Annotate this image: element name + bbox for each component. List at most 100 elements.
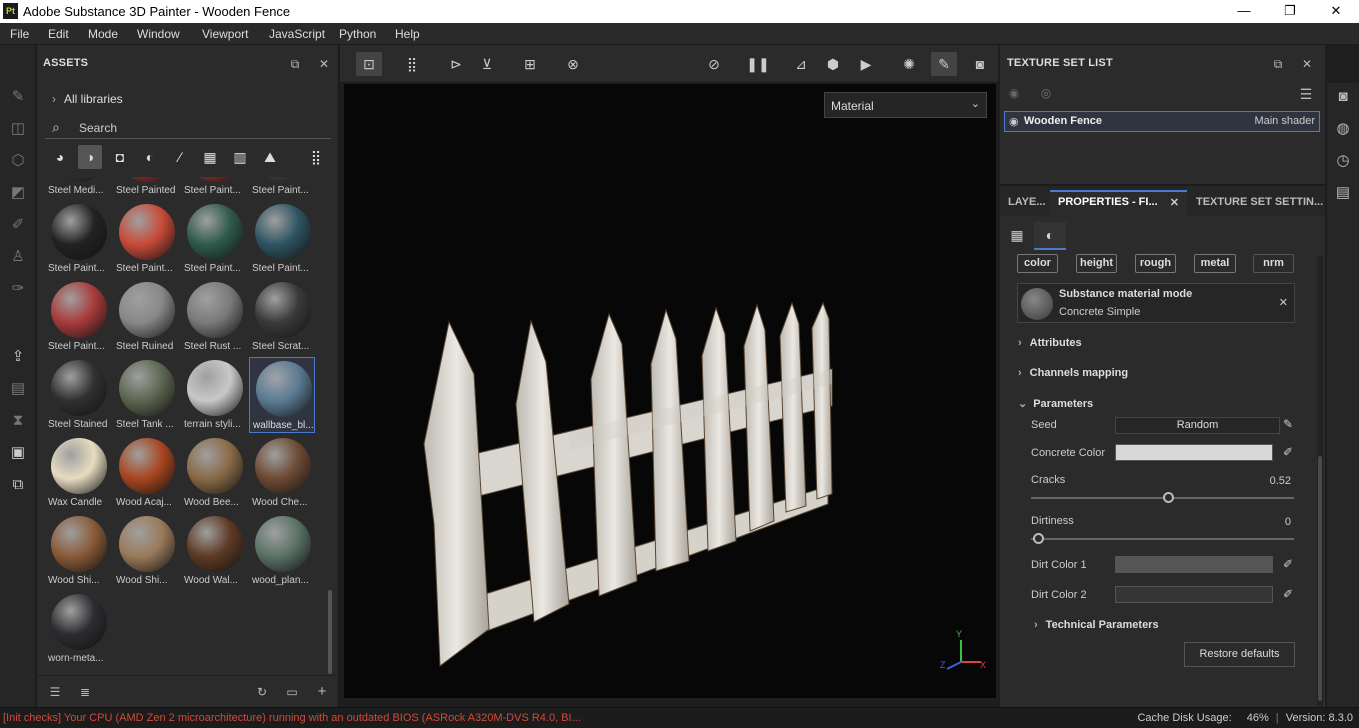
menu-icon[interactable]: ☰ bbox=[1298, 86, 1314, 102]
eyedropper-icon[interactable]: ✐ bbox=[1283, 557, 1293, 571]
export-icon[interactable]: ⇪ bbox=[8, 347, 28, 367]
cracks-value[interactable]: 0.52 bbox=[1255, 475, 1291, 487]
clear-material-icon[interactable]: ✕ bbox=[1279, 296, 1288, 309]
close-tab-icon[interactable]: ✕ bbox=[1170, 196, 1179, 209]
channel-color-chip[interactable]: color bbox=[1017, 254, 1058, 273]
smudge-icon[interactable]: ✐ bbox=[8, 215, 28, 235]
polygon-fill-icon[interactable]: ◩ bbox=[8, 183, 28, 203]
asset-tile[interactable]: Wood Bee... bbox=[181, 435, 247, 511]
undock-icon[interactable]: ⧉ bbox=[1270, 56, 1286, 72]
material-mode-box[interactable]: Substance material mode Concrete Simple … bbox=[1017, 283, 1295, 323]
asset-tile[interactable]: terrain styli... bbox=[181, 357, 247, 433]
log-icon[interactable]: ▤ bbox=[1333, 183, 1353, 203]
display-settings-icon[interactable]: ▣ bbox=[8, 443, 28, 463]
asset-tile[interactable]: Steel Paint... bbox=[181, 177, 247, 199]
concrete-color-swatch[interactable] bbox=[1115, 444, 1273, 461]
undock-icon[interactable]: ⧉ bbox=[287, 56, 303, 72]
channel-nrm-chip[interactable]: nrm bbox=[1253, 254, 1294, 273]
asset-tile[interactable]: wallbase_bl... bbox=[249, 357, 315, 433]
seed-random-button[interactable]: Random bbox=[1115, 417, 1280, 434]
dirtiness-slider[interactable] bbox=[1031, 538, 1294, 540]
asset-tile[interactable]: Steel Scrat... bbox=[249, 279, 315, 355]
dirt-color-2-swatch[interactable] bbox=[1115, 586, 1273, 603]
asset-tile[interactable]: Wood Wal... bbox=[181, 513, 247, 589]
asset-tile[interactable]: Steel Paint... bbox=[45, 279, 111, 355]
grid-view-icon[interactable]: ⣿ bbox=[304, 145, 328, 169]
texture-set-shader[interactable]: Main shader bbox=[1254, 115, 1315, 127]
channel-height-chip[interactable]: height bbox=[1076, 254, 1117, 273]
viewport-3d[interactable]: Material ⌄ Y X Z bbox=[344, 84, 996, 698]
menu-viewport[interactable]: Viewport bbox=[202, 27, 248, 41]
asset-tile[interactable]: Wood Shi... bbox=[113, 513, 179, 589]
menu-python[interactable]: Python bbox=[339, 27, 376, 41]
paint-mode-icon[interactable]: ✎ bbox=[931, 52, 957, 76]
technical-parameters-section[interactable]: › Technical Parameters bbox=[1034, 619, 1159, 631]
color-picker-icon[interactable]: ✑ bbox=[8, 279, 28, 299]
search-input[interactable]: ⌕ Search bbox=[45, 117, 331, 139]
texture-set-row[interactable]: ◉ Wooden Fence Main shader bbox=[1004, 111, 1320, 132]
dirtiness-slider-knob[interactable] bbox=[1033, 533, 1044, 544]
viewport-single-icon[interactable]: ⊡ bbox=[356, 52, 382, 76]
filter-generators-icon[interactable]: ◐ bbox=[138, 145, 162, 169]
restore-defaults-button[interactable]: Restore defaults bbox=[1184, 642, 1295, 667]
attributes-section[interactable]: › Attributes bbox=[1018, 337, 1082, 349]
properties-scrollbar[interactable] bbox=[1318, 456, 1322, 701]
camera-icon[interactable]: ▶ bbox=[853, 52, 879, 76]
assets-scrollbar[interactable] bbox=[328, 590, 332, 674]
tab-properties[interactable]: PROPERTIES - FI... ✕ bbox=[1050, 190, 1187, 216]
menu-edit[interactable]: Edit bbox=[48, 27, 69, 41]
material-tab-icon[interactable]: ◐ bbox=[1034, 222, 1066, 250]
eye-icon[interactable]: ◎ bbox=[1038, 85, 1054, 101]
asset-tile[interactable]: Steel Paint... bbox=[249, 177, 315, 199]
status-error-message[interactable]: [Init checks] Your CPU (AMD Zen 2 microa… bbox=[3, 712, 581, 724]
library-tree-icon[interactable]: ≣ bbox=[77, 684, 93, 700]
eyedropper-icon[interactable]: ✐ bbox=[1283, 587, 1293, 601]
tab-layers[interactable]: LAYE... bbox=[1008, 190, 1046, 216]
filter-environments-icon[interactable]: ⛰ bbox=[258, 145, 282, 169]
close-panel-icon[interactable]: ✕ bbox=[316, 56, 332, 72]
asset-tile[interactable]: Wood Che... bbox=[249, 435, 315, 511]
view-2d-icon[interactable]: ⊿ bbox=[788, 52, 814, 76]
asset-tile[interactable]: Steel Paint... bbox=[113, 201, 179, 277]
channel-rough-chip[interactable]: rough bbox=[1135, 254, 1176, 273]
history-icon[interactable]: ◷ bbox=[1333, 151, 1353, 171]
menu-file[interactable]: File bbox=[10, 27, 29, 41]
close-panel-icon[interactable]: ✕ bbox=[1299, 56, 1315, 72]
hourglass-icon[interactable]: ⧗ bbox=[8, 411, 28, 431]
channels-mapping-section[interactable]: › Channels mapping bbox=[1018, 367, 1128, 379]
asset-tile[interactable]: Steel Medi... bbox=[45, 177, 111, 199]
reset-camera-icon[interactable]: ⊗ bbox=[560, 52, 586, 76]
asset-tile[interactable]: Steel Stained bbox=[45, 357, 111, 433]
bake-icon[interactable]: ✺ bbox=[896, 52, 922, 76]
asset-tile[interactable]: Steel Paint... bbox=[45, 201, 111, 277]
filter-smart-materials-icon[interactable]: ◑ bbox=[78, 145, 102, 169]
eraser-icon[interactable]: ◫ bbox=[8, 119, 28, 139]
visibility-eye-icon[interactable]: ◉ bbox=[1009, 115, 1019, 128]
screenshot-icon[interactable]: ◙ bbox=[967, 52, 993, 76]
shelf-icon[interactable]: ▤ bbox=[8, 379, 28, 399]
maximize-button[interactable]: ❐ bbox=[1267, 0, 1313, 23]
filter-masks-icon[interactable]: ◘ bbox=[108, 145, 132, 169]
filter-textures-icon[interactable]: ▦ bbox=[198, 145, 222, 169]
hide-icon[interactable]: ⊘ bbox=[701, 52, 727, 76]
eye-hidden-icon[interactable]: ◉ bbox=[1006, 85, 1022, 101]
filter-filters-icon[interactable]: ▥ bbox=[228, 145, 252, 169]
asset-tile[interactable]: Steel Paint... bbox=[181, 201, 247, 277]
paint-brush-icon[interactable]: ✎ bbox=[8, 87, 28, 107]
close-window-button[interactable]: ✕ bbox=[1313, 0, 1359, 23]
environment-icon[interactable]: ◍ bbox=[1333, 119, 1353, 139]
asset-tile[interactable]: wood_plan... bbox=[249, 513, 315, 589]
asset-tile[interactable]: Steel Rust ... bbox=[181, 279, 247, 355]
dirtiness-value[interactable]: 0 bbox=[1255, 516, 1291, 528]
edit-pencil-icon[interactable]: ✎ bbox=[1283, 417, 1293, 431]
eyedropper-icon[interactable]: ✐ bbox=[1283, 445, 1293, 459]
cracks-slider-knob[interactable] bbox=[1162, 492, 1174, 503]
menu-window[interactable]: Window bbox=[137, 27, 180, 41]
fill-properties-icon[interactable]: ▦ bbox=[1004, 222, 1030, 248]
parameters-section[interactable]: ⌄ Parameters bbox=[1018, 397, 1093, 410]
clone-icon[interactable]: ♙ bbox=[8, 247, 28, 267]
texture-icon[interactable]: ⧉ bbox=[8, 475, 28, 495]
menu-mode[interactable]: Mode bbox=[88, 27, 118, 41]
asset-tile[interactable]: Wood Acaj... bbox=[113, 435, 179, 511]
asset-tile[interactable]: Steel Paint... bbox=[249, 201, 315, 277]
